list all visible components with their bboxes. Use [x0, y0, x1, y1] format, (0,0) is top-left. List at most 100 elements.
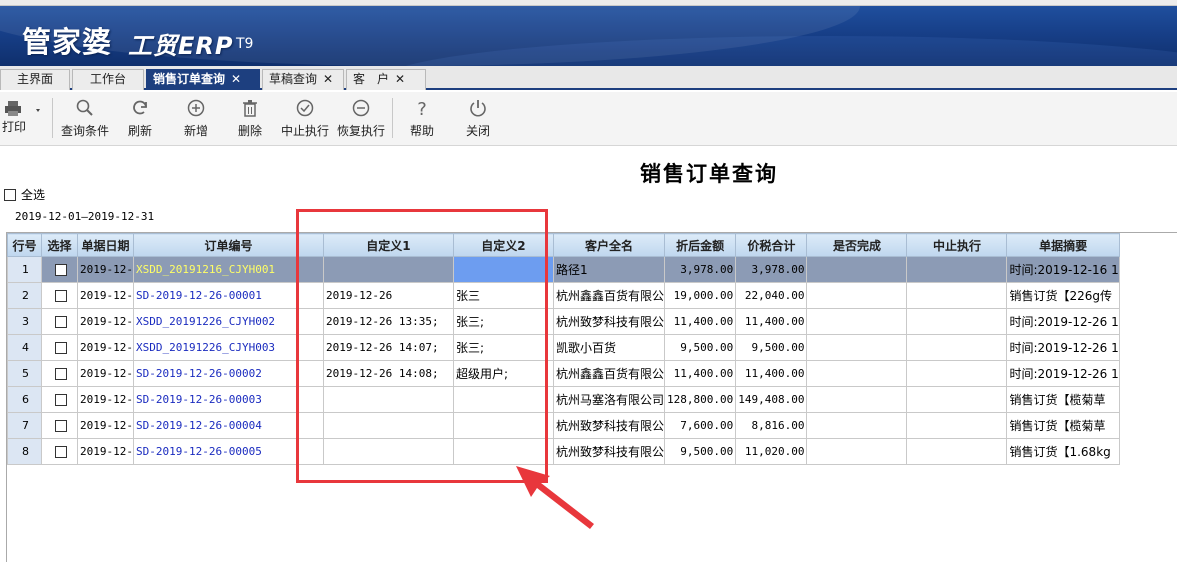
checkbox[interactable]	[54, 419, 67, 432]
cell-date[interactable]: 2019-12-	[77, 412, 134, 439]
cell-stopped[interactable]	[906, 334, 1008, 361]
table-row[interactable]: 6 2019-12- SD-2019-12-26-00003 杭州马塞洛有限公司 128…	[7, 386, 1120, 413]
row-number[interactable]: 1	[7, 256, 42, 283]
cell-total[interactable]: 149,408.00	[735, 386, 808, 413]
col-header-date[interactable]: 单据日期	[77, 233, 134, 257]
table-row[interactable]: 5 2019-12- SD-2019-12-26-00002 2019-12-26 1…	[7, 360, 1120, 387]
cell-order-code[interactable]: SD-2019-12-26-00003	[132, 386, 324, 413]
cell-amount[interactable]: 11,400.00	[663, 308, 737, 335]
cell-customer[interactable]: 杭州致梦科技有限公	[552, 412, 666, 439]
cell-customer[interactable]: 杭州鑫鑫百货有限公	[552, 360, 666, 387]
cell-memo[interactable]: 销售订货【1.68kg	[1006, 438, 1120, 465]
row-number[interactable]: 7	[7, 412, 42, 439]
query-conditions-button[interactable]: 查询条件	[58, 98, 112, 142]
cell-date[interactable]: 2019-12-	[77, 256, 134, 283]
col-header-memo[interactable]: 单据摘要	[1006, 233, 1120, 257]
cell-done[interactable]	[806, 308, 908, 335]
cell-order-code[interactable]: SD-2019-12-26-00001	[132, 282, 324, 309]
help-button[interactable]: ? 帮助	[404, 98, 440, 142]
col-header-select[interactable]: 选择	[41, 233, 78, 257]
col-header-order-code[interactable]: 订单编号	[132, 233, 324, 257]
cell-date[interactable]: 2019-12-	[77, 308, 134, 335]
col-header-stopped[interactable]: 中止执行	[906, 233, 1008, 257]
cell-date[interactable]: 2019-12-	[77, 438, 134, 465]
cell-customer[interactable]: 杭州致梦科技有限公	[552, 438, 666, 465]
cell-done[interactable]	[806, 438, 908, 465]
cell-done[interactable]	[806, 256, 908, 283]
row-select-checkbox[interactable]	[41, 334, 78, 361]
table-row[interactable]: 8 2019-12- SD-2019-12-26-00005 杭州致梦科技有限公 9,5…	[7, 438, 1120, 465]
row-select-checkbox[interactable]	[41, 256, 78, 283]
cell-total[interactable]: 11,400.00	[735, 360, 808, 387]
close-icon[interactable]: ✕	[395, 70, 405, 89]
cell-amount[interactable]: 11,400.00	[663, 360, 737, 387]
cell-done[interactable]	[806, 386, 908, 413]
cell-total[interactable]: 11,020.00	[735, 438, 808, 465]
cell-total[interactable]: 8,816.00	[735, 412, 808, 439]
cell-order-code[interactable]: SD-2019-12-26-00002	[132, 360, 324, 387]
tab-customer[interactable]: 客 户 ✕	[346, 69, 426, 90]
cell-total[interactable]: 22,040.00	[735, 282, 808, 309]
cell-date[interactable]: 2019-12-	[77, 386, 134, 413]
cell-stopped[interactable]	[906, 386, 1008, 413]
checkbox[interactable]	[54, 367, 67, 380]
cell-amount[interactable]: 9,500.00	[663, 438, 737, 465]
checkbox[interactable]	[54, 289, 67, 302]
col-header-amount[interactable]: 折后金额	[663, 233, 737, 257]
table-row[interactable]: 4 2019-12- XSDD_20191226_CJYH003 2019-12-26…	[7, 334, 1120, 361]
add-button[interactable]: 新增	[178, 98, 214, 142]
col-header-total[interactable]: 价税合计	[735, 233, 808, 257]
close-icon[interactable]: ✕	[323, 70, 333, 89]
close-button[interactable]: 关闭	[460, 98, 496, 142]
cell-stopped[interactable]	[906, 412, 1008, 439]
cell-amount[interactable]: 7,600.00	[663, 412, 737, 439]
row-select-checkbox[interactable]	[41, 412, 78, 439]
cell-order-code[interactable]: SD-2019-12-26-00004	[132, 412, 324, 439]
cell-stopped[interactable]	[906, 360, 1008, 387]
table-row[interactable]: 3 2019-12- XSDD_20191226_CJYH002 2019-12-26…	[7, 308, 1120, 335]
row-number[interactable]: 4	[7, 334, 42, 361]
cell-customer[interactable]: 杭州马塞洛有限公司	[552, 386, 666, 413]
print-button[interactable]: 打印	[2, 98, 48, 142]
row-select-checkbox[interactable]	[41, 386, 78, 413]
resume-execution-button[interactable]: 恢复执行	[334, 98, 388, 142]
cell-customer[interactable]: 杭州致梦科技有限公	[552, 308, 666, 335]
row-number[interactable]: 2	[7, 282, 42, 309]
cell-amount[interactable]: 9,500.00	[663, 334, 737, 361]
cell-date[interactable]: 2019-12-	[77, 282, 134, 309]
cell-memo[interactable]: 时间:2019-12-16 1	[1006, 256, 1120, 283]
cell-order-code[interactable]: XSDD_20191226_CJYH002	[132, 308, 324, 335]
cell-done[interactable]	[806, 360, 908, 387]
tab-sales-order-query[interactable]: 销售订单查询 ✕	[146, 69, 260, 90]
checkbox[interactable]	[54, 263, 67, 276]
cell-customer[interactable]: 路径1	[552, 256, 666, 283]
tab-workbench[interactable]: 工作台	[72, 69, 144, 90]
cell-done[interactable]	[806, 412, 908, 439]
row-number[interactable]: 6	[7, 386, 42, 413]
cell-customer[interactable]: 杭州鑫鑫百货有限公	[552, 282, 666, 309]
col-header-done[interactable]: 是否完成	[806, 233, 908, 257]
cell-total[interactable]: 9,500.00	[735, 334, 808, 361]
row-select-checkbox[interactable]	[41, 282, 78, 309]
cell-stopped[interactable]	[906, 256, 1008, 283]
table-row[interactable]: 2 2019-12- SD-2019-12-26-00001 2019-12-26 张三…	[7, 282, 1120, 309]
col-header-row-no[interactable]: 行号	[7, 233, 42, 257]
row-select-checkbox[interactable]	[41, 360, 78, 387]
cell-memo[interactable]: 销售订货【榄菊草	[1006, 412, 1120, 439]
col-header-customer[interactable]: 客户全名	[552, 233, 666, 257]
cell-memo[interactable]: 销售订货【226g传	[1006, 282, 1120, 309]
checkbox[interactable]	[54, 315, 67, 328]
row-select-checkbox[interactable]	[41, 438, 78, 465]
checkbox[interactable]	[54, 341, 67, 354]
row-number[interactable]: 3	[7, 308, 42, 335]
cell-stopped[interactable]	[906, 438, 1008, 465]
cell-done[interactable]	[806, 334, 908, 361]
cell-date[interactable]: 2019-12-	[77, 360, 134, 387]
cell-amount[interactable]: 128,800.00	[663, 386, 737, 413]
checkbox[interactable]	[4, 188, 16, 201]
refresh-button[interactable]: 刷新	[122, 98, 158, 142]
cell-total[interactable]: 3,978.00	[735, 256, 808, 283]
cell-memo[interactable]: 时间:2019-12-26 1	[1006, 308, 1120, 335]
tab-home[interactable]: 主界面	[0, 69, 70, 90]
cell-customer[interactable]: 凯歌小百货	[552, 334, 666, 361]
